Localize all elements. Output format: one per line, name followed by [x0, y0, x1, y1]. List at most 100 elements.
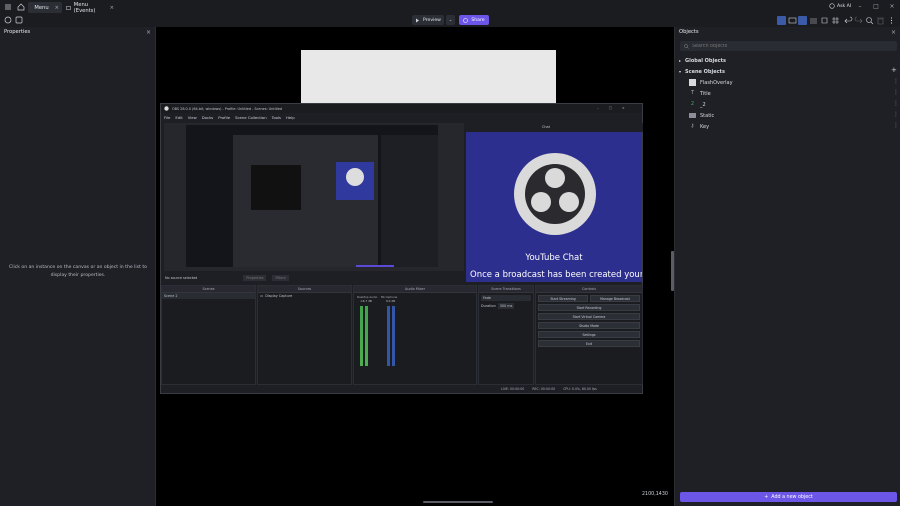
- tab-label: Menu: [34, 4, 49, 11]
- home-icon[interactable]: [17, 3, 25, 11]
- source-toolbar: No source selected Properties Filters: [164, 273, 464, 282]
- object-item-flashoverlay[interactable]: FlashOverlay: [689, 77, 899, 88]
- start-virtual-camera-button[interactable]: Start Virtual Camera: [538, 313, 640, 320]
- project-manager-icon[interactable]: [4, 16, 12, 24]
- audio-channel-1-db: -16.7 dB: [360, 299, 372, 303]
- broadcast-message: Once a broadcast has been created your l…: [470, 270, 642, 280]
- obs-window-title: OBS 28.0.0 (64-bit, windows) - Profile: …: [172, 106, 283, 111]
- search-objects-field[interactable]: [680, 41, 897, 51]
- youtube-chat-panel: YouTube Chat Once a broadcast has been c…: [466, 132, 642, 282]
- chevron-down-icon: ▾: [679, 69, 682, 74]
- obs-close-icon[interactable]: ×: [622, 106, 625, 110]
- horizontal-scrollbar[interactable]: [423, 501, 493, 503]
- start-recording-button[interactable]: Start Recording: [538, 304, 640, 311]
- close-tab-icon[interactable]: ×: [55, 5, 59, 11]
- obs-menu-help[interactable]: Help: [286, 115, 295, 120]
- audio-meter-1b: [365, 306, 368, 366]
- global-objects-group[interactable]: ▸ Global Objects: [679, 55, 726, 66]
- source-item[interactable]: ▭ Display Capture: [258, 293, 351, 299]
- nested-obs-logo: [346, 168, 364, 186]
- close-window-icon[interactable]: ×: [884, 1, 900, 12]
- cursor-coordinates: 2100,1430: [642, 492, 668, 497]
- zoom-icon[interactable]: [865, 16, 874, 25]
- obs-preview: [164, 123, 464, 271]
- properties-panel-icon[interactable]: [798, 16, 807, 25]
- object-more-icon[interactable]: ⋮: [893, 101, 899, 107]
- nested-chat: [336, 162, 374, 200]
- obs-window-sprite[interactable]: OBS 28.0.0 (64-bit, windows) - Profile: …: [160, 103, 643, 394]
- scene-transitions-title: Scene Transitions: [479, 286, 533, 293]
- obs-menu-file[interactable]: File: [164, 115, 170, 120]
- exit-button[interactable]: Exit: [538, 340, 640, 347]
- plus-icon: +: [764, 494, 769, 500]
- add-new-object-button[interactable]: + Add a new object: [680, 492, 897, 502]
- canvas-white-sprite[interactable]: [301, 50, 556, 103]
- object-label: _2: [700, 101, 706, 108]
- object-item-key[interactable]: ⚷ Key: [689, 121, 899, 132]
- text-icon: T: [690, 90, 695, 96]
- object-item-title[interactable]: T Title: [689, 88, 899, 99]
- duration-input[interactable]: 300 ms: [497, 303, 515, 309]
- delete-icon[interactable]: [876, 16, 885, 25]
- obs-menu-bar: File Edit View Docks Profile Scene Colle…: [164, 115, 295, 120]
- save-icon[interactable]: [15, 16, 23, 24]
- ask-ai-button[interactable]: Ask AI: [829, 3, 851, 9]
- object-more-icon[interactable]: ⋮: [893, 112, 899, 118]
- more-options-icon[interactable]: [887, 16, 896, 25]
- search-objects-input[interactable]: [692, 43, 882, 49]
- source-properties-button[interactable]: Properties: [243, 274, 267, 281]
- obs-menu-edit[interactable]: Edit: [175, 115, 182, 120]
- layers-icon[interactable]: [809, 16, 818, 25]
- object-more-icon[interactable]: ⋮: [893, 90, 899, 96]
- preview-button[interactable]: Preview: [412, 15, 444, 25]
- tab-menu-events[interactable]: Menu (Events) ×: [63, 2, 117, 14]
- scene-editor-icon[interactable]: [777, 16, 786, 25]
- sources-dock-title: Sources: [258, 286, 351, 293]
- close-panel-icon[interactable]: ×: [146, 29, 151, 36]
- scene-item[interactable]: Scene 2: [162, 293, 255, 299]
- obs-maximize-icon[interactable]: □: [609, 106, 612, 110]
- object-item-2[interactable]: 2 _2: [689, 99, 899, 110]
- obs-menu-tools[interactable]: Tools: [272, 115, 281, 120]
- youtube-chat-label: YouTube Chat: [525, 253, 583, 263]
- start-streaming-button[interactable]: Start Streaming: [538, 295, 588, 302]
- share-button[interactable]: Share: [459, 15, 489, 25]
- object-item-static[interactable]: Static: [689, 110, 899, 121]
- add-scene-object-icon[interactable]: +: [891, 66, 897, 74]
- object-more-icon[interactable]: ⋮: [893, 123, 899, 129]
- hamburger-icon[interactable]: [4, 3, 12, 11]
- settings-button[interactable]: Settings: [538, 331, 640, 338]
- undo-icon[interactable]: [844, 16, 853, 25]
- redo-icon[interactable]: [854, 16, 863, 25]
- tab-menu[interactable]: Menu ×: [28, 2, 62, 13]
- add-new-object-label: Add a new object: [771, 494, 813, 500]
- title-bar: [0, 0, 900, 14]
- obs-menu-view[interactable]: View: [188, 115, 197, 120]
- grid-icon[interactable]: [831, 16, 840, 25]
- scenes-dock: Scenes Scene 2: [161, 285, 256, 385]
- obs-minimize-icon[interactable]: –: [597, 106, 599, 110]
- obs-menu-scene-collection[interactable]: Scene Collection: [235, 115, 267, 120]
- ai-icon: [829, 3, 835, 9]
- transition-select[interactable]: Fade: [481, 295, 531, 301]
- live-status: LIVE: 00:00:00: [501, 387, 525, 391]
- obs-logo-icon: [164, 106, 169, 111]
- close-tab-icon[interactable]: ×: [110, 5, 114, 11]
- studio-mode-button[interactable]: Studio Mode: [538, 322, 640, 329]
- manage-broadcast-button[interactable]: Manage Broadcast: [590, 295, 640, 302]
- rec-status: REC: 00:00:00: [532, 387, 556, 391]
- obs-menu-docks[interactable]: Docks: [202, 115, 214, 120]
- maximize-icon[interactable]: □: [868, 1, 884, 12]
- no-source-label: No source selected: [165, 275, 198, 280]
- instances-icon[interactable]: [820, 16, 829, 25]
- close-objects-panel-icon[interactable]: ×: [891, 29, 896, 36]
- object-more-icon[interactable]: ⋮: [893, 79, 899, 85]
- obs-menu-profile[interactable]: Profile: [218, 115, 230, 120]
- minimize-icon[interactable]: –: [852, 1, 868, 12]
- audio-meter-2: [387, 306, 390, 366]
- scene-objects-group[interactable]: ▾ Scene Objects: [679, 66, 725, 77]
- source-filters-button[interactable]: Filters: [272, 274, 289, 281]
- objects-panel-icon[interactable]: [788, 16, 797, 25]
- scenes-dock-title: Scenes: [162, 286, 255, 293]
- preview-options-button[interactable]: ⌄: [446, 15, 455, 25]
